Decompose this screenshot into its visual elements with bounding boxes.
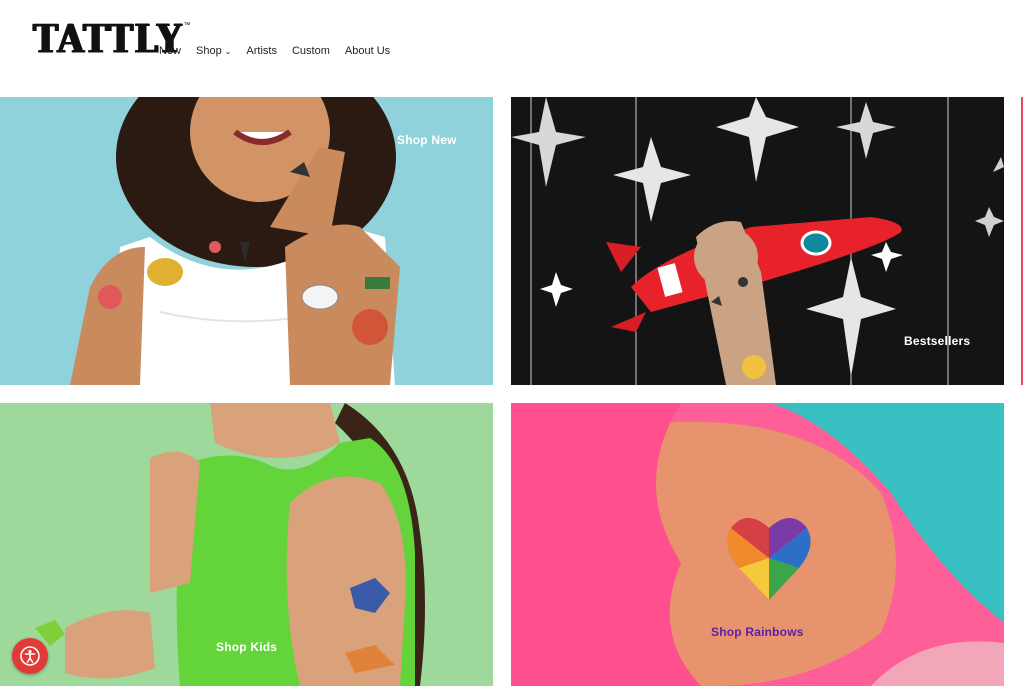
tile-shop-rainbows[interactable]: Shop Rainbows (511, 403, 1004, 686)
accessibility-button[interactable] (12, 638, 48, 674)
tile-bestsellers[interactable]: Bestsellers (511, 97, 1004, 385)
nav-item-new[interactable]: New (159, 45, 181, 57)
nav-item-shop[interactable]: Shop ⌄ (196, 45, 231, 57)
site-header: TATTLY ™ New Shop ⌄ Artists Custom About… (0, 0, 1024, 96)
tile-shop-rainbows-photo (511, 403, 1004, 686)
nav-item-artists[interactable]: Artists (246, 45, 277, 57)
tile-shop-new[interactable]: Shop New (0, 97, 493, 385)
next-tile-edge (1021, 97, 1023, 385)
nav-item-about-us[interactable]: About Us (345, 45, 390, 57)
tile-label-shop-kids: Shop Kids (216, 640, 278, 654)
main-nav: New Shop ⌄ Artists Custom About Us (159, 45, 405, 57)
accessibility-icon (19, 645, 41, 667)
chevron-down-icon: ⌄ (224, 46, 232, 56)
logo-trademark: ™ (183, 22, 191, 29)
nav-item-shop-label: Shop (196, 45, 222, 57)
tile-label-shop-rainbows: Shop Rainbows (711, 625, 804, 639)
tile-label-shop-new: Shop New (397, 133, 457, 147)
tile-shop-kids[interactable]: Shop Kids (0, 403, 493, 686)
next-tile-edge-bottom (1021, 403, 1023, 686)
tile-label-bestsellers: Bestsellers (904, 334, 971, 348)
nav-item-custom[interactable]: Custom (292, 45, 330, 57)
